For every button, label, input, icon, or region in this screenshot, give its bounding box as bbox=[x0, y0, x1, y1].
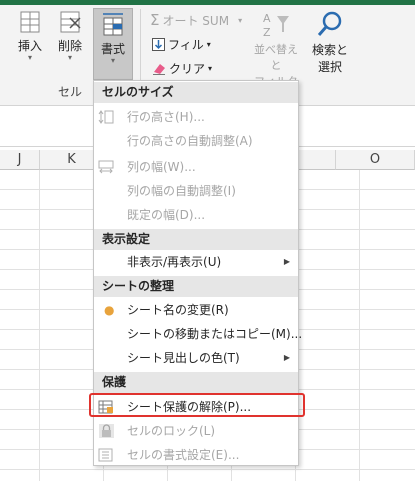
menu-item-tab-color[interactable]: シート見出しの色(T) ▶ bbox=[94, 346, 298, 370]
menu-item-row-height[interactable]: 行の高さ(H)... bbox=[94, 105, 298, 129]
clear-button[interactable]: クリア ▾ bbox=[152, 60, 212, 77]
chevron-down-icon: ▾ bbox=[67, 53, 72, 62]
section-header-visibility: 表示設定 bbox=[94, 229, 298, 250]
delete-label: 削除 bbox=[57, 39, 82, 53]
svg-text:Z: Z bbox=[263, 26, 271, 38]
submenu-arrow-icon: ▶ bbox=[283, 257, 290, 266]
autofit-column-label: 列の幅の自動調整(I) bbox=[127, 184, 236, 198]
fill-label: フィル bbox=[168, 38, 204, 52]
menu-item-move-copy-sheet[interactable]: シートの移動またはコピー(M)... bbox=[94, 322, 302, 346]
eraser-icon bbox=[153, 64, 165, 75]
tab-color-label: シート見出しの色(T) bbox=[127, 351, 240, 365]
find-select-label-2: 選択 bbox=[317, 60, 342, 74]
row-height-label: 行の高さ(H)... bbox=[127, 110, 205, 124]
section-header-protection: 保護 bbox=[94, 372, 298, 393]
row-height-icon bbox=[98, 110, 114, 124]
lock-icon bbox=[99, 424, 114, 438]
lock-cell-label: セルのロック(L) bbox=[127, 424, 216, 438]
find-select-label: 検索と bbox=[311, 43, 348, 57]
autofit-row-label: 行の高さの自動調整(A) bbox=[127, 134, 253, 148]
svg-text:A: A bbox=[263, 12, 271, 25]
rename-sheet-label: シート名の変更(R) bbox=[127, 303, 229, 317]
insert-button[interactable]: 挿入 ▾ bbox=[12, 10, 48, 62]
insert-label: 挿入 bbox=[17, 39, 42, 53]
autosum-label: オート SUM bbox=[162, 13, 230, 28]
format-cells-icon bbox=[103, 13, 123, 36]
menu-item-default-width[interactable]: 既定の幅(D)... bbox=[94, 203, 298, 227]
format-label: 書式 bbox=[100, 42, 125, 56]
chevron-down-icon: ▾ bbox=[208, 64, 213, 73]
sort-filter-label: 並べ替えと bbox=[254, 43, 298, 72]
format-cells-icon bbox=[98, 448, 113, 462]
cells-group-label: セル bbox=[58, 85, 83, 99]
fill-down-icon bbox=[152, 38, 165, 51]
default-width-label: 既定の幅(D)... bbox=[127, 208, 206, 222]
chevron-down-icon: ▾ bbox=[27, 53, 32, 62]
column-width-label: 列の幅(W)... bbox=[127, 160, 196, 174]
clear-label: クリア bbox=[169, 62, 206, 76]
delete-button[interactable]: 削除 ▾ bbox=[52, 10, 88, 62]
format-button[interactable]: 書式 ▾ bbox=[93, 8, 133, 80]
section-header-organize-sheets: シートの整理 bbox=[94, 276, 298, 297]
column-header[interactable]: O bbox=[336, 150, 415, 170]
chevron-down-icon: ▾ bbox=[238, 15, 243, 25]
menu-item-format-cells[interactable]: セルの書式設定(E)... bbox=[94, 443, 298, 467]
menu-item-rename-sheet[interactable]: ● シート名の変更(R) bbox=[94, 298, 298, 322]
chevron-down-icon: ▾ bbox=[206, 40, 211, 49]
section-header-cell-size: セルのサイズ bbox=[94, 82, 298, 103]
column-header[interactable]: J bbox=[0, 150, 40, 170]
autosum-button[interactable]: Σ オート SUM ▾ bbox=[150, 11, 242, 29]
menu-item-lock-cell[interactable]: セルのロック(L) bbox=[94, 419, 298, 443]
menu-item-autofit-column[interactable]: 列の幅の自動調整(I) bbox=[94, 179, 298, 203]
menu-item-column-width[interactable]: 列の幅(W)... bbox=[94, 155, 298, 179]
column-width-icon bbox=[98, 160, 114, 174]
find-select-button[interactable]: 検索と 選択 bbox=[308, 10, 352, 75]
bullet-icon: ● bbox=[104, 303, 115, 317]
fill-button[interactable]: フィル ▾ bbox=[152, 36, 211, 53]
menu-item-hide-unhide[interactable]: 非表示/再表示(U) ▶ bbox=[94, 250, 298, 274]
sigma-icon: Σ bbox=[150, 11, 160, 29]
delete-cells-icon bbox=[60, 11, 81, 33]
sort-filter-icon: A Z bbox=[263, 12, 289, 39]
search-icon bbox=[317, 11, 342, 36]
insert-cells-icon bbox=[20, 11, 40, 33]
hide-unhide-label: 非表示/再表示(U) bbox=[127, 255, 222, 269]
chevron-down-icon: ▾ bbox=[110, 56, 115, 65]
menu-item-autofit-row[interactable]: 行の高さの自動調整(A) bbox=[94, 129, 298, 153]
submenu-arrow-icon: ▶ bbox=[283, 353, 290, 362]
move-copy-sheet-label: シートの移動またはコピー(M)... bbox=[127, 327, 303, 341]
highlight-box bbox=[89, 393, 305, 417]
format-cells-label: セルの書式設定(E)... bbox=[127, 448, 240, 462]
